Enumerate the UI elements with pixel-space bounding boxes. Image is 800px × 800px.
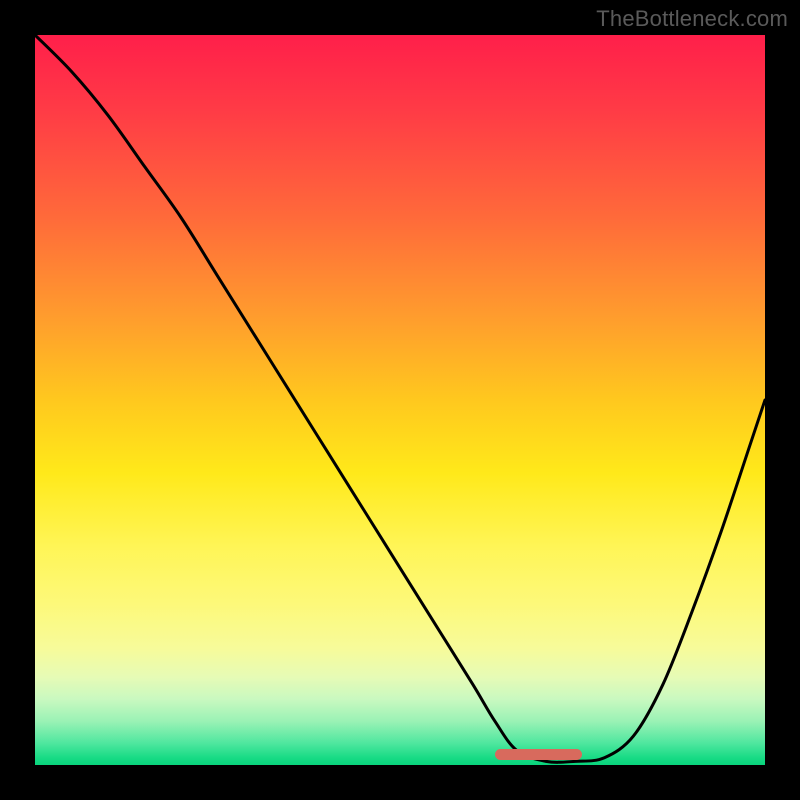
bottleneck-curve (35, 35, 765, 762)
plot-area (35, 35, 765, 765)
curve-svg (35, 35, 765, 765)
chart-frame: TheBottleneck.com (0, 0, 800, 800)
attribution-text: TheBottleneck.com (596, 6, 788, 32)
optimal-band-highlight (495, 749, 583, 760)
